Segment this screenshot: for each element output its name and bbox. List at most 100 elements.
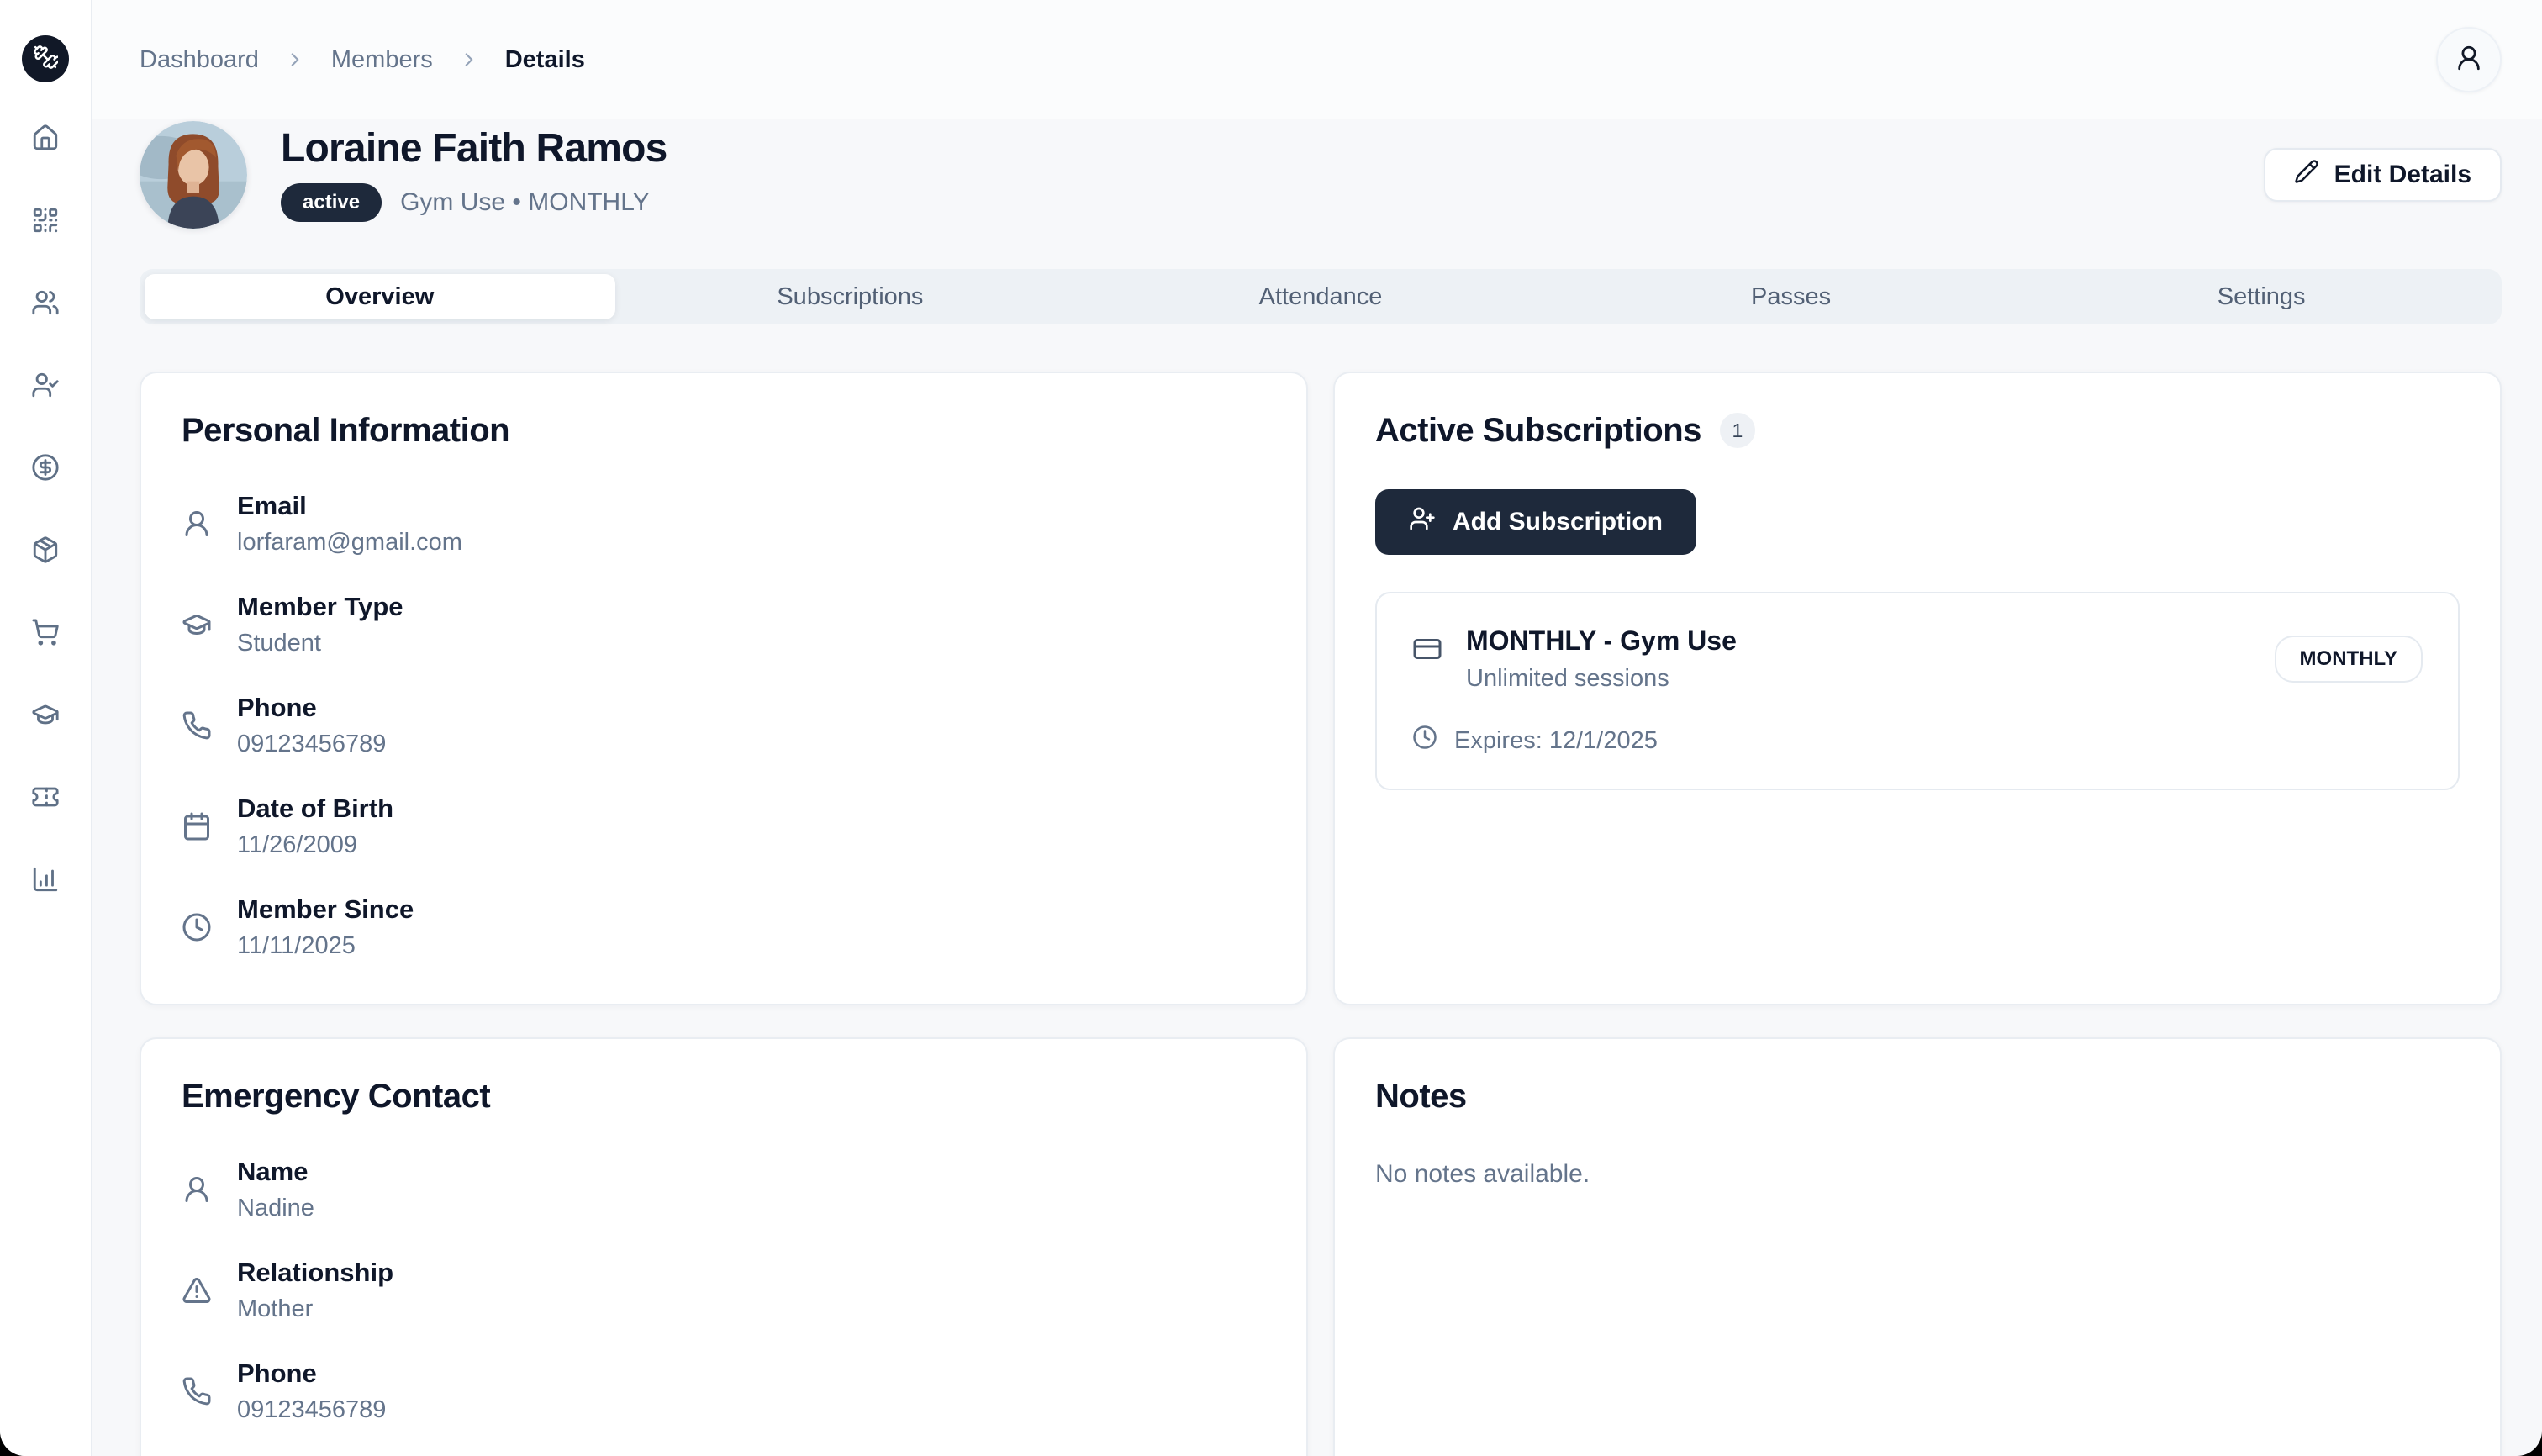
subscription-count-badge: 1 xyxy=(1720,413,1755,448)
phone-icon xyxy=(182,1376,212,1406)
notes-empty-text: No notes available. xyxy=(1375,1160,2460,1189)
sidebar-item-home[interactable] xyxy=(30,124,61,155)
info-value: Nadine xyxy=(237,1195,314,1222)
main-area: Dashboard Members Details xyxy=(92,0,2542,1456)
user-plus-icon xyxy=(1409,505,1436,539)
info-item-dob: Date of Birth 11/26/2009 xyxy=(182,794,1266,859)
notes-title: Notes xyxy=(1375,1076,2460,1116)
edit-details-label: Edit Details xyxy=(2334,161,2471,189)
qr-scan-icon xyxy=(31,206,60,239)
app-window: Dashboard Members Details xyxy=(0,0,2542,1456)
info-label: Member Type xyxy=(237,592,403,622)
cards-grid: Personal Information Email lorfaram@gmai… xyxy=(140,372,2502,1456)
chevron-right-icon xyxy=(284,49,306,71)
add-subscription-label: Add Subscription xyxy=(1453,508,1663,536)
topbar: Dashboard Members Details xyxy=(92,0,2542,119)
subscription-plan-badge: MONTHLY xyxy=(2275,636,2423,683)
page-content: Loraine Faith Ramos active Gym Use • MON… xyxy=(92,121,2542,1456)
user-check-icon xyxy=(31,371,60,404)
phone-icon xyxy=(182,710,212,741)
sidebar-item-checkin[interactable] xyxy=(30,207,61,237)
info-label: Member Since xyxy=(237,894,414,925)
info-value: 11/11/2025 xyxy=(237,932,414,960)
info-item-member-type: Member Type Student xyxy=(182,592,1266,657)
add-subscription-button[interactable]: Add Subscription xyxy=(1375,489,1696,555)
sidebar-nav xyxy=(30,124,61,896)
info-label: Date of Birth xyxy=(237,794,393,824)
user-icon xyxy=(2455,44,2483,76)
clock-icon xyxy=(182,912,212,942)
graduation-cap-icon xyxy=(182,609,212,640)
info-item-phone: Phone 09123456789 xyxy=(182,693,1266,758)
sidebar-item-reports[interactable] xyxy=(30,866,61,896)
sidebar-item-payments[interactable] xyxy=(30,454,61,484)
calendar-icon xyxy=(182,811,212,841)
personal-info-title: Personal Information xyxy=(182,410,1266,451)
active-subscriptions-card: Active Subscriptions 1 Add Subscription … xyxy=(1333,372,2502,1005)
info-item-ec-relationship: Relationship Mother xyxy=(182,1258,1266,1323)
info-item-ec-name: Name Nadine xyxy=(182,1157,1266,1222)
breadcrumb-members[interactable]: Members xyxy=(331,46,433,74)
tab-subscriptions[interactable]: Subscriptions xyxy=(615,274,1086,319)
member-tabs: Overview Subscriptions Attendance Passes… xyxy=(140,269,2502,324)
dumbbell-icon xyxy=(33,45,58,74)
sidebar-item-attendance[interactable] xyxy=(30,372,61,402)
sidebar-item-classes[interactable] xyxy=(30,701,61,731)
info-value: lorfaram@gmail.com xyxy=(237,529,462,557)
sidebar xyxy=(0,0,92,1456)
breadcrumb-dashboard[interactable]: Dashboard xyxy=(140,46,259,74)
subscription-expiry: Expires: 12/1/2025 xyxy=(1454,727,1658,755)
member-identity: Loraine Faith Ramos active Gym Use • MON… xyxy=(281,128,667,222)
info-value: 11/26/2009 xyxy=(237,831,393,859)
sidebar-item-members[interactable] xyxy=(30,289,61,319)
chevron-right-icon xyxy=(458,49,480,71)
active-subscriptions-title: Active Subscriptions xyxy=(1375,410,1701,451)
info-label: Relationship xyxy=(237,1258,393,1288)
pencil-icon xyxy=(2294,159,2319,191)
info-label: Email xyxy=(237,491,462,521)
dollar-coin-icon xyxy=(31,453,60,486)
subscription-name: MONTHLY - Gym Use xyxy=(1466,625,1737,657)
credit-card-icon xyxy=(1412,634,1442,664)
tab-attendance[interactable]: Attendance xyxy=(1085,274,1556,319)
info-value: Student xyxy=(237,630,403,657)
users-icon xyxy=(31,288,60,321)
account-button[interactable] xyxy=(2436,27,2502,92)
package-icon xyxy=(31,535,60,568)
sidebar-item-passes[interactable] xyxy=(30,783,61,814)
subscription-item: MONTHLY - Gym Use Unlimited sessions MON… xyxy=(1375,592,2460,790)
user-icon xyxy=(182,1174,212,1205)
edit-details-button[interactable]: Edit Details xyxy=(2264,148,2502,202)
subscription-detail: Unlimited sessions xyxy=(1466,665,1737,693)
breadcrumb: Dashboard Members Details xyxy=(140,46,585,74)
status-badge: active xyxy=(281,183,382,222)
tab-passes[interactable]: Passes xyxy=(1556,274,2027,319)
notes-card: Notes No notes available. xyxy=(1333,1037,2502,1456)
info-label: Phone xyxy=(237,693,386,723)
tab-settings[interactable]: Settings xyxy=(2026,274,2497,319)
shopping-cart-icon xyxy=(31,618,60,651)
bar-chart-icon xyxy=(31,865,60,898)
member-header: Loraine Faith Ramos active Gym Use • MON… xyxy=(140,121,2502,229)
info-value: 09123456789 xyxy=(237,731,386,758)
member-avatar xyxy=(140,121,247,229)
info-item-ec-phone: Phone 09123456789 xyxy=(182,1358,1266,1424)
info-label: Phone xyxy=(237,1358,386,1389)
personal-info-card: Personal Information Email lorfaram@gmai… xyxy=(140,372,1308,1005)
info-value: Mother xyxy=(237,1295,393,1323)
sidebar-item-products[interactable] xyxy=(30,536,61,567)
graduation-cap-icon xyxy=(31,700,60,733)
info-item-email: Email lorfaram@gmail.com xyxy=(182,491,1266,557)
tab-overview[interactable]: Overview xyxy=(145,274,615,319)
sidebar-item-pos[interactable] xyxy=(30,619,61,649)
member-name: Loraine Faith Ramos xyxy=(281,128,667,170)
info-item-member-since: Member Since 11/11/2025 xyxy=(182,894,1266,960)
alert-triangle-icon xyxy=(182,1275,212,1306)
breadcrumb-details: Details xyxy=(505,46,585,74)
emergency-contact-title: Emergency Contact xyxy=(182,1076,1266,1116)
home-icon xyxy=(31,124,60,156)
emergency-contact-card: Emergency Contact Name Nadine xyxy=(140,1037,1308,1456)
info-value: 09123456789 xyxy=(237,1396,386,1424)
user-icon xyxy=(182,509,212,539)
app-logo[interactable] xyxy=(22,35,69,82)
